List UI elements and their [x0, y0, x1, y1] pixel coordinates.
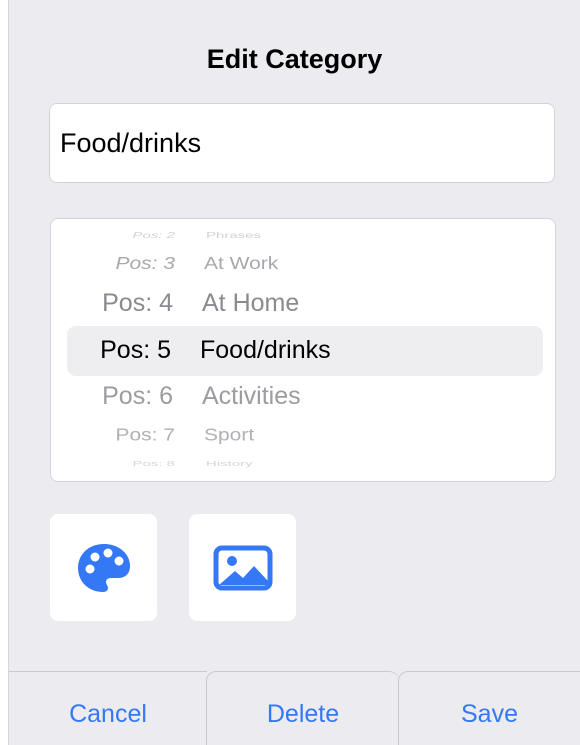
position-picker[interactable]: Pos: 2 Phrases Pos: 3 At Work Pos: 4 At … [50, 218, 556, 482]
picker-row-position: Pos: 6 [102, 382, 173, 410]
picker-row-selected[interactable]: Pos: 5 Food/drinks [51, 336, 555, 366]
picker-row-category: Food/drinks [200, 336, 331, 364]
picker-row[interactable]: Pos: 8 History [51, 459, 555, 469]
picker-row-position: Pos: 3 [115, 253, 175, 274]
picker-row-category: History [206, 459, 253, 469]
color-picker-button[interactable] [50, 514, 157, 621]
picker-row-category: Phrases [206, 231, 262, 241]
picker-row-position: Pos: 5 [100, 336, 171, 364]
picker-row[interactable]: Pos: 2 Phrases [51, 231, 555, 241]
save-button[interactable]: Save [398, 671, 580, 745]
picker-row-category: At Work [204, 253, 279, 274]
picker-row-position: Pos: 4 [102, 289, 173, 317]
picker-row[interactable]: Pos: 4 At Home [51, 289, 555, 319]
picker-row-category: Sport [204, 424, 255, 445]
dialog-title: Edit Category [206, 44, 383, 74]
action-bar: Cancel Delete Save [9, 671, 580, 745]
picker-row-category: At Home [202, 289, 300, 317]
picker-row[interactable]: Pos: 6 Activities [51, 382, 555, 412]
palette-icon [77, 543, 130, 592]
category-name-input[interactable] [49, 103, 555, 183]
cancel-button[interactable]: Cancel [9, 671, 207, 745]
left-edge [0, 0, 8, 745]
picker-row-category: Activities [202, 382, 301, 410]
picker-row[interactable]: Pos: 7 Sport [51, 424, 555, 447]
edit-category-sheet: Edit Category Pos: 2 Phrases Pos: 3 At W… [9, 0, 580, 745]
image-picker-button[interactable] [189, 514, 296, 621]
picker-row-position: Pos: 7 [115, 424, 175, 445]
delete-button[interactable]: Delete [206, 671, 399, 745]
photo-icon [213, 545, 272, 590]
picker-row-position: Pos: 2 [132, 231, 175, 241]
picker-row[interactable]: Pos: 3 At Work [51, 253, 555, 276]
picker-row-position: Pos: 8 [132, 459, 175, 469]
